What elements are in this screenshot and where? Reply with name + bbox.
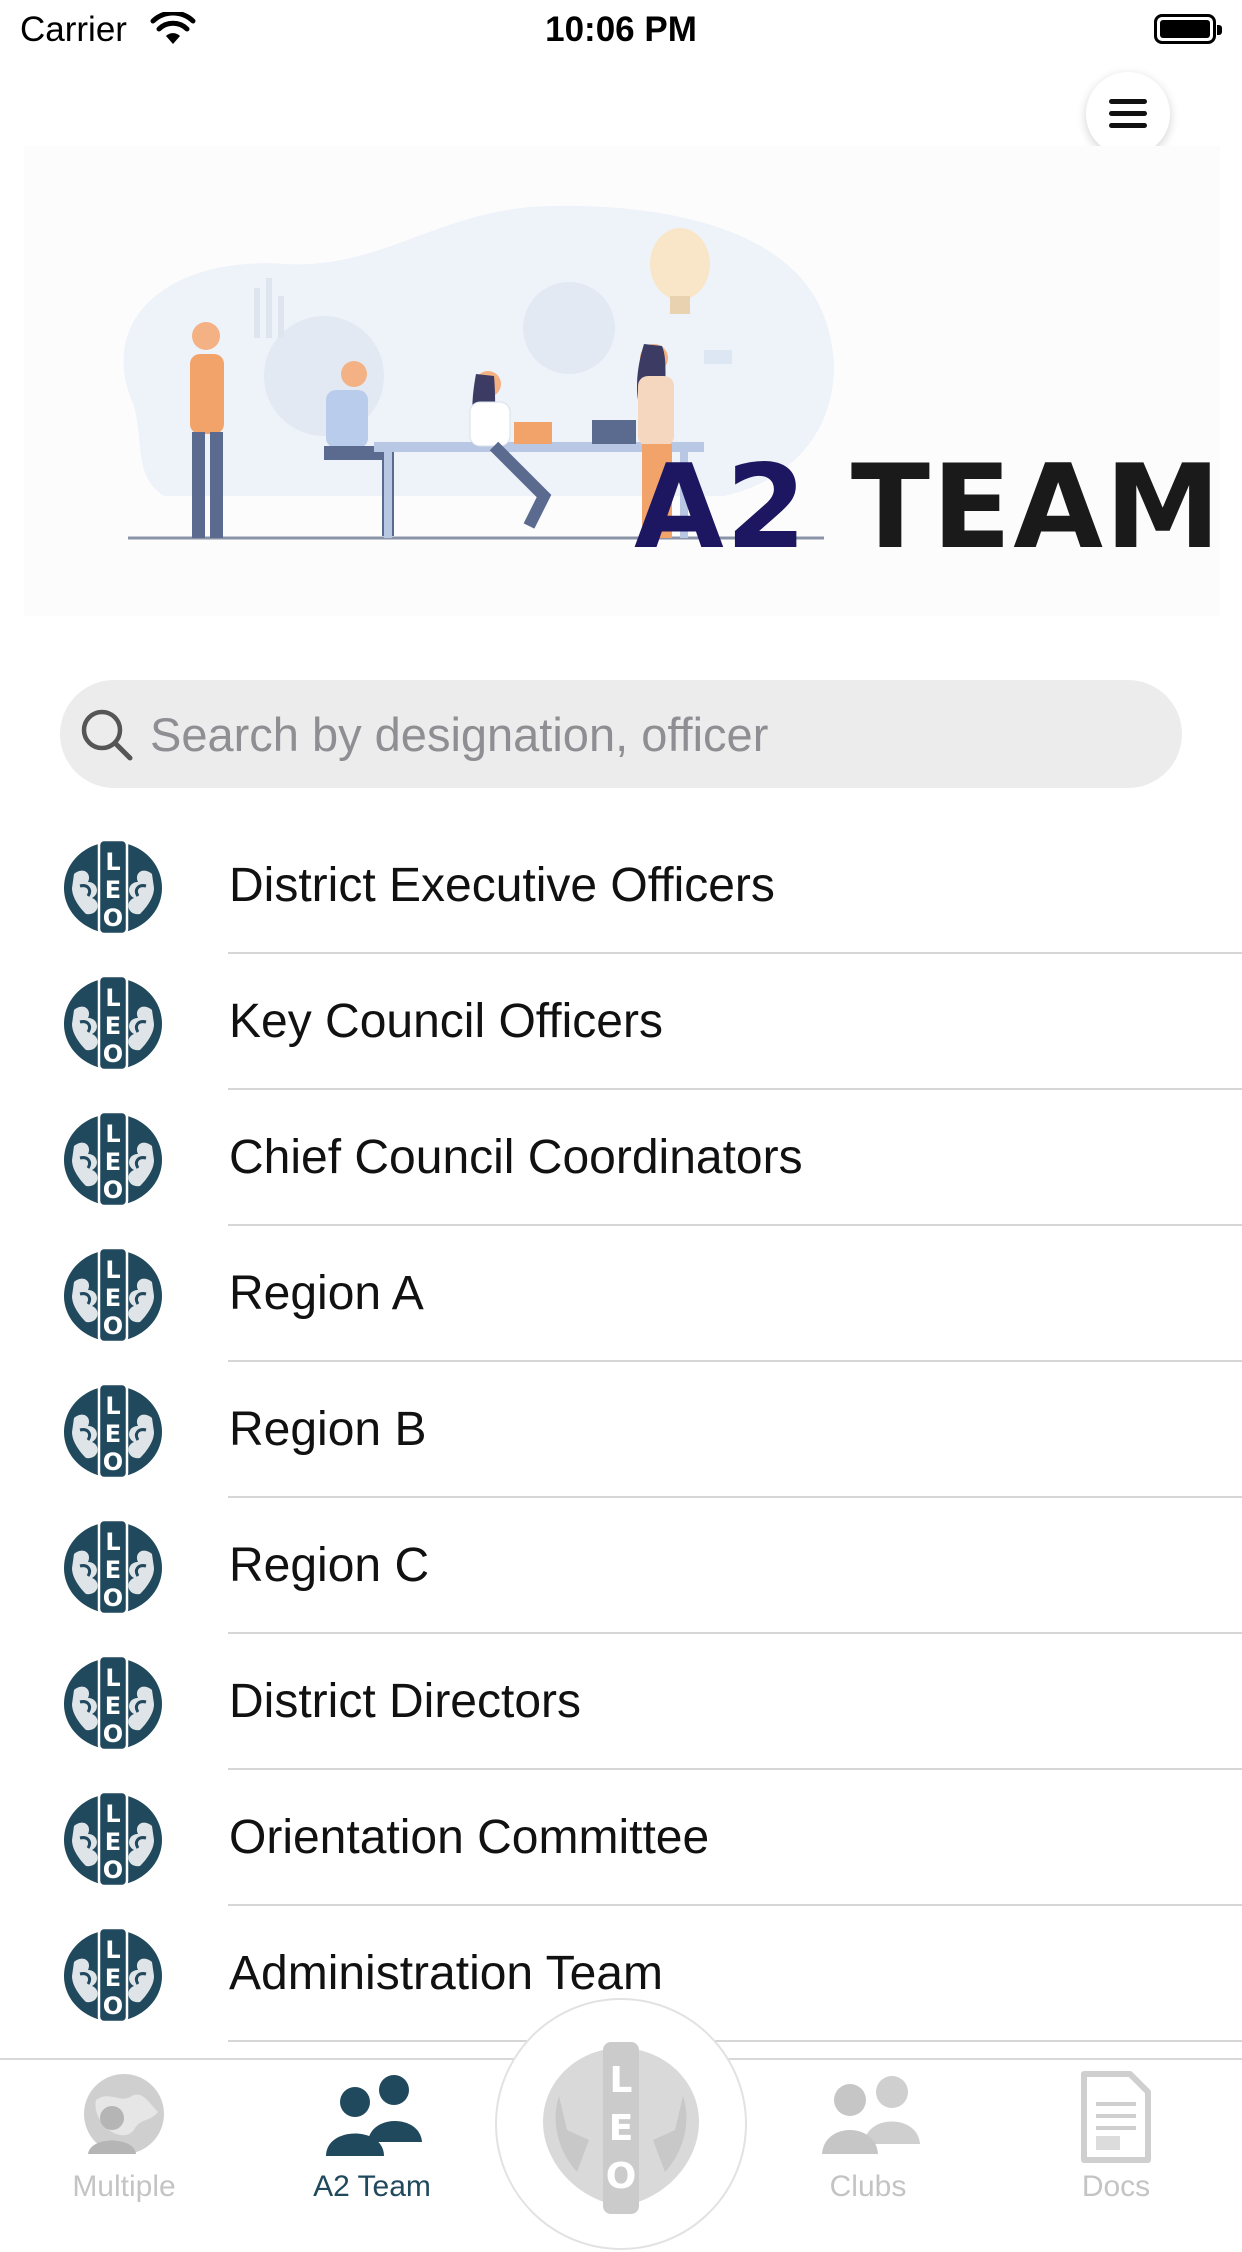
search-input[interactable] bbox=[150, 680, 1150, 788]
team-banner: A2 TEAM bbox=[24, 146, 1220, 616]
banner-title-team: TEAM bbox=[850, 440, 1223, 575]
svg-text:L: L bbox=[105, 1936, 120, 1964]
svg-text:E: E bbox=[609, 2108, 634, 2149]
status-time: 10:06 PM bbox=[545, 10, 697, 49]
svg-text:E: E bbox=[105, 1964, 121, 1992]
svg-text:E: E bbox=[105, 1692, 121, 1720]
svg-text:E: E bbox=[105, 1148, 121, 1176]
svg-text:E: E bbox=[105, 1556, 121, 1584]
tab-multiple[interactable]: Multiple bbox=[0, 2060, 248, 2210]
leo-logo-icon: L E O bbox=[58, 1790, 168, 1888]
svg-text:L: L bbox=[105, 1392, 120, 1420]
svg-text:O: O bbox=[103, 904, 123, 932]
svg-text:L: L bbox=[105, 1120, 120, 1148]
svg-text:E: E bbox=[105, 876, 121, 904]
list-item[interactable]: L E O Region C bbox=[0, 1498, 1242, 1634]
leo-logo-icon: L E O bbox=[58, 1654, 168, 1752]
search-icon bbox=[81, 709, 133, 761]
document-icon bbox=[1081, 2071, 1151, 2163]
svg-text:O: O bbox=[103, 1584, 123, 1612]
svg-text:O: O bbox=[606, 2156, 637, 2197]
hamburger-menu-button[interactable] bbox=[1086, 72, 1170, 156]
svg-text:L: L bbox=[105, 1664, 120, 1692]
battery-icon bbox=[1154, 14, 1222, 44]
list-item-label: Region A bbox=[229, 1267, 424, 1320]
svg-text:L: L bbox=[105, 848, 120, 876]
tab-docs-label: Docs bbox=[1081, 2170, 1151, 2203]
list-item[interactable]: L E O Region A bbox=[0, 1226, 1242, 1362]
leo-logo-icon: L E O bbox=[58, 1926, 168, 2024]
banner-title: A2 TEAM bbox=[634, 440, 1222, 575]
svg-text:L: L bbox=[105, 1800, 120, 1828]
svg-text:O: O bbox=[103, 1720, 123, 1748]
list-item[interactable]: L E O Key Council Officers bbox=[0, 954, 1242, 1090]
svg-text:O: O bbox=[103, 1176, 123, 1204]
leo-logo-icon: L E O bbox=[543, 2042, 699, 2214]
svg-text:E: E bbox=[105, 1012, 121, 1040]
list-item-label: Orientation Committee bbox=[229, 1811, 710, 1864]
leo-logo-icon: L E O bbox=[58, 1246, 168, 1344]
list-item-label: District Executive Officers bbox=[229, 859, 775, 912]
svg-text:E: E bbox=[105, 1828, 121, 1856]
list-item[interactable]: L E O District Directors bbox=[0, 1634, 1242, 1770]
svg-text:O: O bbox=[103, 1448, 123, 1476]
svg-text:L: L bbox=[105, 1528, 120, 1556]
svg-text:O: O bbox=[103, 1312, 123, 1340]
team-icon bbox=[326, 2075, 422, 2156]
list-item[interactable]: L E O District Executive Officers bbox=[0, 818, 1242, 954]
designation-list: L E O District Executive Officers L E O … bbox=[0, 818, 1242, 2042]
tab-docs[interactable]: Docs bbox=[992, 2060, 1240, 2210]
globe-person-icon bbox=[84, 2074, 164, 2154]
svg-text:O: O bbox=[103, 1856, 123, 1884]
list-item[interactable]: L E O Chief Council Coordinators bbox=[0, 1090, 1242, 1226]
svg-text:L: L bbox=[105, 1256, 120, 1284]
svg-text:E: E bbox=[105, 1420, 121, 1448]
svg-text:E: E bbox=[105, 1284, 121, 1312]
list-item[interactable]: L E O Region B bbox=[0, 1362, 1242, 1498]
list-item-label: Key Council Officers bbox=[229, 995, 663, 1048]
list-item-label: District Directors bbox=[229, 1675, 582, 1728]
leo-logo-icon: L E O bbox=[58, 838, 168, 936]
banner-title-a2: A2 bbox=[634, 440, 809, 575]
leo-logo-icon: L E O bbox=[58, 1382, 168, 1480]
tab-a2-team-label: A2 Team bbox=[313, 2170, 431, 2203]
svg-text:O: O bbox=[103, 1040, 123, 1068]
leo-logo-icon: L E O bbox=[58, 974, 168, 1072]
tab-multiple-label: Multiple bbox=[72, 2170, 176, 2203]
hamburger-menu-icon bbox=[1109, 99, 1147, 104]
list-item-label: Region C bbox=[229, 1539, 430, 1592]
leo-logo-icon: L E O bbox=[58, 1518, 168, 1616]
list-item[interactable]: L E O Orientation Committee bbox=[0, 1770, 1242, 1906]
svg-text:L: L bbox=[610, 2060, 633, 2101]
svg-text:L: L bbox=[105, 984, 120, 1012]
list-item-label: Chief Council Coordinators bbox=[229, 1131, 803, 1184]
tab-clubs-label: Clubs bbox=[829, 2170, 907, 2203]
leo-logo-icon: L E O bbox=[58, 1110, 168, 1208]
group-icon bbox=[822, 2076, 920, 2154]
tab-clubs[interactable]: Clubs bbox=[744, 2060, 992, 2210]
list-item-label: Region B bbox=[229, 1403, 427, 1456]
tab-a2-team[interactable]: A2 Team bbox=[248, 2060, 496, 2210]
svg-text:O: O bbox=[103, 1992, 123, 2020]
search-bar[interactable] bbox=[60, 680, 1182, 788]
status-bar: Carrier 10:06 PM bbox=[0, 0, 1242, 62]
tab-leo-home[interactable]: L E O bbox=[495, 1998, 747, 2250]
